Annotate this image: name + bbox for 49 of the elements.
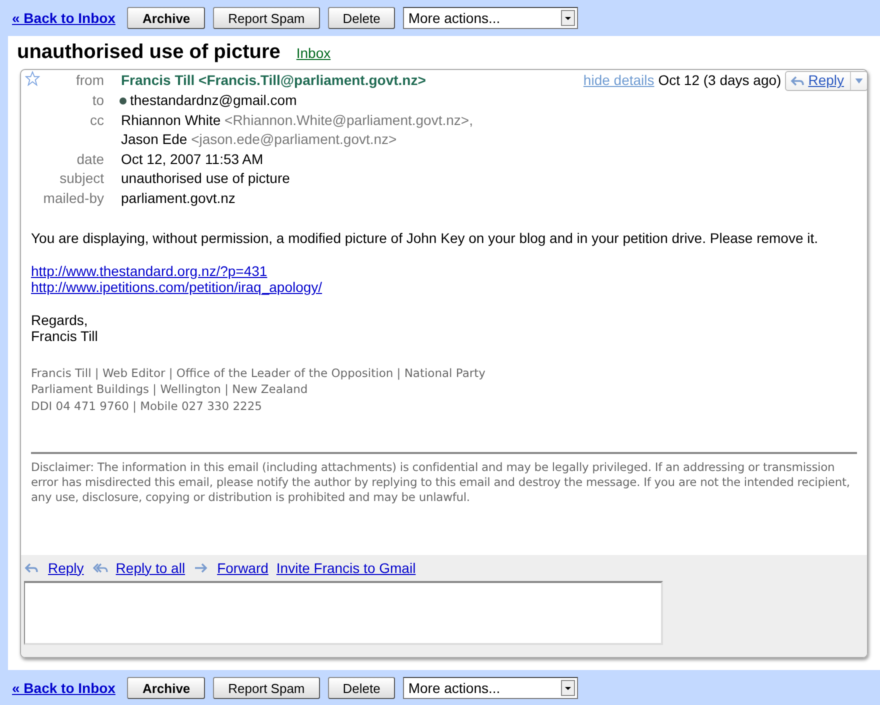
reply-icon — [790, 75, 804, 87]
signature-line: Parliament Buildings | Wellington | New Zealand — [31, 381, 308, 398]
back-to-inbox-link[interactable]: « Back to Inbox — [12, 10, 116, 26]
body-text: You are displaying, without permission, a modified picture of John Key on your blog and in your petition drive. Please remove it. — [31, 230, 818, 246]
toolbar-button[interactable]: Archive — [127, 677, 206, 699]
status-dot-icon — [119, 96, 127, 105]
toolbar-button[interactable]: Report Spam — [213, 677, 320, 699]
field-value: Oct 12, 2007 11:53 AM — [121, 150, 264, 166]
toolbar-button[interactable]: Delete — [328, 7, 396, 29]
reply-button[interactable]: Reply — [785, 71, 867, 91]
caret-icon — [561, 10, 576, 26]
action-link[interactable]: Forward — [217, 560, 268, 576]
field-label: date — [76, 150, 104, 168]
toolbar-button[interactable]: Report Spam — [213, 7, 320, 29]
label-link[interactable]: Inbox — [296, 45, 331, 61]
reply-icon — [24, 562, 40, 574]
field-label: mailed-by — [42, 188, 104, 208]
action-link[interactable]: Reply — [48, 560, 84, 576]
field-value: parliament.govt.nz — [121, 190, 236, 206]
body-text: Regards, — [31, 312, 88, 328]
field-label: cc — [89, 110, 104, 130]
reply-field[interactable] — [24, 581, 663, 645]
signature-line: DDI 04 471 9760 | Mobile 027 330 2225 — [31, 398, 262, 414]
disclaimer-text: Disclaimer: The information in this email (including attachments) is confidential and may be legally privileged. If an addressing or transmission error has misdirected this email, please notify the author by replying to this email and destroy the message. If you are not the intended recipient, any use, disclosure, copying or distribution is prohibited and may be unlawful. — [31, 460, 851, 505]
more-actions-dropdown[interactable]: More actions... — [403, 677, 578, 699]
recipient: thestandardnz@gmail.com — [130, 92, 297, 108]
cc-recipient: Rhiannon White <Rhiannon.White@parliament.govt.nz>, — [121, 112, 473, 128]
right-arrow-icon — [193, 562, 210, 574]
more-actions-dropdown[interactable]: More actions... — [403, 7, 578, 29]
signature-line: Francis Till | Web Editor | Office of the Leader of the Opposition | National Party — [31, 364, 486, 381]
sender-name: Francis Till <Francis.Till@parliament.govt.nz> — [121, 71, 426, 90]
link[interactable]: http://www.ipetitions.com/petition/iraq_apology/ — [31, 279, 322, 296]
reply-all-icon — [92, 562, 108, 574]
back-to-inbox-link[interactable]: « Back to Inbox — [12, 680, 116, 696]
field-label: from — [75, 71, 104, 90]
field-label: subject — [58, 169, 104, 188]
field-label: to — [91, 91, 104, 110]
link[interactable]: http://www.thestandard.org.nz/?p=431 — [31, 262, 268, 279]
field-value: unauthorised use of picture — [121, 170, 290, 186]
action-link[interactable]: Reply to all — [116, 560, 186, 576]
cc-recipient: Jason Ede <jason.ede@parliament.govt.nz> — [121, 131, 397, 147]
caret-icon — [561, 680, 576, 696]
toolbar-button[interactable]: Delete — [328, 677, 396, 699]
action-link[interactable]: Invite Francis to Gmail — [276, 560, 416, 576]
toolbar-button[interactable]: Archive — [127, 7, 206, 29]
conversation-subject: unauthorised use of picture — [17, 41, 280, 64]
message-date: Oct 12 (3 days ago) — [658, 71, 782, 90]
star-icon[interactable] — [25, 71, 40, 86]
body-text: Francis Till — [31, 328, 98, 344]
